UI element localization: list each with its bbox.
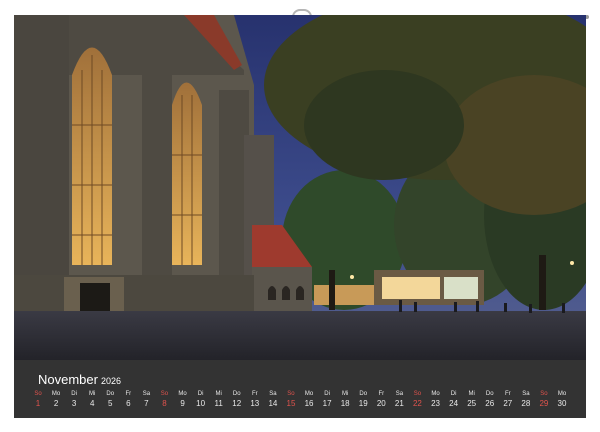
day-cell: Di 3: [65, 390, 83, 410]
day-number: 29: [539, 399, 549, 408]
day-cell: So 15: [282, 390, 300, 410]
day-cell: Do 5: [101, 390, 119, 410]
day-number: 18: [340, 399, 350, 408]
day-number: 13: [250, 399, 260, 408]
day-number: 28: [521, 399, 531, 408]
day-number: 30: [557, 399, 567, 408]
day-number: 3: [71, 399, 77, 408]
weekday-label: Do: [485, 391, 494, 397]
day-cell: Mi 4: [83, 390, 101, 410]
day-number: 19: [358, 399, 368, 408]
month-name: November: [38, 372, 98, 387]
day-cell: Di 10: [192, 390, 210, 410]
weekday-label: Fr: [378, 391, 385, 397]
weekday-label: Mi: [215, 391, 222, 397]
day-cell: Mi 11: [210, 390, 228, 410]
day-cell: So 8: [155, 390, 173, 410]
weekday-label: So: [160, 391, 169, 397]
day-cell: Fr 6: [119, 390, 137, 410]
weekday-label: Do: [359, 391, 368, 397]
calendar-photo: [14, 15, 586, 360]
day-cell: Mo 9: [174, 390, 192, 410]
day-number: 16: [304, 399, 314, 408]
weekday-label: So: [287, 391, 295, 397]
day-number: 23: [431, 399, 440, 408]
weekday-label: Sa: [522, 391, 530, 397]
day-number: 14: [268, 399, 278, 408]
day-number: 22: [412, 399, 422, 408]
day-cell: Sa 21: [390, 390, 408, 410]
weekday-label: So: [34, 391, 42, 397]
day-cell: Do 19: [354, 390, 372, 410]
day-number: 27: [503, 399, 513, 408]
day-cell: Sa 28: [517, 390, 535, 410]
weekday-label: Di: [71, 391, 77, 397]
day-cell: Mo 16: [300, 390, 318, 410]
day-cell: Di 17: [318, 390, 336, 410]
day-number: 2: [53, 399, 59, 408]
day-number: 12: [232, 399, 242, 408]
day-cell: Sa 14: [264, 390, 282, 410]
weekday-label: Mo: [557, 391, 567, 397]
weekday-label: Sa: [269, 391, 277, 397]
day-cell: Mo 30: [553, 390, 571, 410]
day-number: 17: [322, 399, 332, 408]
weekday-label: Fr: [504, 391, 511, 397]
weekday-label: Di: [324, 391, 330, 397]
weekday-label: So: [413, 391, 422, 397]
day-number: 8: [162, 399, 167, 408]
day-number: 6: [126, 399, 131, 408]
day-cell: Fr 27: [499, 390, 517, 410]
day-cell: So 1: [29, 390, 47, 410]
weekday-label: Do: [232, 391, 241, 397]
weekday-label: Fr: [125, 391, 132, 397]
day-cell: So 22: [408, 390, 426, 410]
church-dusk-photo: [14, 15, 586, 360]
weekday-label: So: [540, 391, 548, 397]
day-number: 5: [108, 399, 113, 408]
weekday-label: Mi: [342, 391, 349, 397]
year-label: 2026: [100, 376, 121, 386]
day-cell: Fr 20: [372, 390, 390, 410]
day-number: 21: [394, 399, 404, 408]
day-number: 24: [449, 399, 459, 408]
day-number: 4: [89, 399, 95, 408]
day-number: 1: [35, 399, 41, 408]
day-cell: Do 12: [228, 390, 246, 410]
weekday-label: Do: [106, 391, 115, 397]
day-cell: So 29: [535, 390, 553, 410]
day-cell: Mo 23: [427, 390, 445, 410]
day-cell: Mo 2: [47, 390, 65, 410]
day-cell: Sa 7: [137, 390, 155, 410]
weekday-label: Sa: [142, 391, 151, 397]
day-cell: Mi 18: [336, 390, 354, 410]
calendar-grid: November 2026 So 1 Mo 2 Di 3 Mi 4 Do 5 Fr 6 Sa 7 So 8 Mo 9…: [14, 360, 586, 418]
day-cell: Do 26: [481, 390, 499, 410]
weekday-label: Mo: [51, 391, 61, 397]
weekday-label: Di: [197, 391, 204, 397]
weekday-label: Mo: [431, 391, 440, 397]
day-cell: Di 24: [445, 390, 463, 410]
day-number: 15: [286, 399, 296, 408]
month-title: November 2026: [38, 372, 121, 387]
day-number: 10: [196, 399, 206, 408]
day-number: 7: [144, 399, 149, 408]
day-cell: Mi 25: [463, 390, 481, 410]
day-number: 20: [376, 399, 386, 408]
weekday-label: Mi: [468, 391, 475, 397]
day-row: So 1 Mo 2 Di 3 Mi 4 Do 5 Fr 6 Sa 7 So 8 Mo 9 Di 10 Mi 11 Do 12 F…: [34, 390, 566, 416]
weekday-label: Mo: [304, 391, 314, 397]
weekday-label: Mo: [178, 391, 187, 397]
day-number: 26: [485, 399, 495, 408]
weekday-label: Sa: [395, 391, 404, 397]
day-number: 11: [214, 399, 223, 408]
weekday-label: Mi: [89, 391, 96, 397]
day-number: 25: [467, 399, 477, 408]
day-number: 9: [180, 399, 185, 408]
day-cell: Fr 13: [246, 390, 264, 410]
weekday-label: Fr: [251, 391, 258, 397]
weekday-label: Di: [450, 391, 457, 397]
